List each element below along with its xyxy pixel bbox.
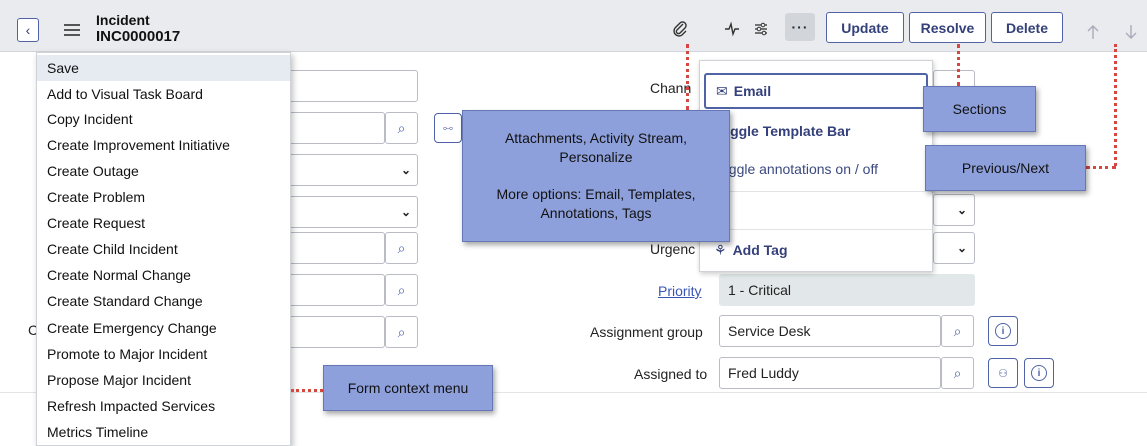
toolbar-callout: Attachments, Activity Stream, Personaliz… (462, 110, 730, 242)
partial-menu-item[interactable]: s (700, 194, 932, 230)
envelope-icon: ✉ (716, 82, 728, 99)
callout-connector (686, 44, 689, 110)
assigned-to-label: Assigned to (634, 366, 708, 382)
menu-separator (700, 229, 932, 230)
form-context-menu: Save Add to Visual Task Board Copy Incid… (36, 52, 291, 446)
chevron-down-icon: ⌄ (957, 241, 968, 255)
context-menu-item[interactable]: Promote to Major Incident (37, 341, 290, 367)
search-icon[interactable]: ⌕ (941, 315, 974, 347)
chevron-down-icon: ⌄ (957, 203, 968, 217)
prev-next-callout: Previous/Next (925, 145, 1086, 191)
info-button[interactable]: i (1024, 358, 1054, 388)
more-options-button[interactable]: ··· (785, 13, 815, 41)
hamburger-icon[interactable] (64, 24, 80, 36)
callout-connector (291, 389, 323, 392)
paperclip-icon[interactable] (672, 20, 688, 38)
context-menu-item[interactable]: Create Outage (37, 158, 290, 184)
search-icon[interactable]: ⌕ (385, 232, 418, 264)
context-menu-item[interactable]: Create Emergency Change (37, 315, 290, 341)
priority-field: 1 - Critical (719, 274, 975, 306)
context-menu-item[interactable]: Propose Major Incident (37, 367, 290, 393)
priority-label[interactable]: Priority (658, 283, 702, 299)
search-icon[interactable]: ⌕ (941, 357, 974, 389)
dependency-icon[interactable]: ⧟ (434, 113, 462, 143)
personalize-icon[interactable] (753, 21, 769, 37)
toggle-annotations-item[interactable]: Toggle annotations on / off (700, 151, 932, 187)
context-menu-item[interactable]: Metrics Timeline (37, 419, 290, 445)
activity-icon[interactable] (724, 21, 740, 37)
tag-icon: ⚘ (714, 241, 727, 258)
update-button[interactable]: Update (826, 12, 904, 43)
context-menu-item[interactable]: Create Normal Change (37, 262, 290, 288)
assignment-group-label: Assignment group (590, 324, 703, 340)
context-menu-item[interactable]: Create Improvement Initiative (37, 132, 290, 158)
info-button[interactable]: i (988, 316, 1018, 346)
arrow-up-icon[interactable] (1086, 24, 1100, 40)
form-header: ‹ Incident INC0000017 ··· Update Resolve… (0, 0, 1147, 52)
sections-callout: Sections (923, 86, 1036, 132)
assignment-group-field[interactable]: Service Desk (719, 315, 941, 347)
more-options-menu: ✉ Email Toggle Template Bar Toggle annot… (699, 60, 933, 272)
callout-connector (1114, 44, 1117, 166)
context-menu-item[interactable]: Refresh Impacted Services (37, 393, 290, 419)
callout-connector (1086, 166, 1116, 169)
context-menu-item[interactable]: Copy Incident (37, 106, 290, 132)
arrow-down-icon[interactable] (1124, 24, 1138, 40)
user-add-icon: ⚇ (998, 367, 1008, 380)
record-type: Incident (96, 12, 150, 28)
search-icon[interactable]: ⌕ (385, 316, 418, 348)
context-menu-item[interactable]: Create Request (37, 210, 290, 236)
urgency-label: Urgenc (650, 241, 696, 257)
back-icon: ‹ (25, 22, 31, 38)
email-menu-item[interactable]: ✉ Email (704, 73, 928, 109)
assigned-to-field[interactable]: Fred Luddy (719, 357, 941, 389)
chevron-down-icon: ⌄ (401, 205, 412, 219)
chevron-down-icon: ⌄ (401, 163, 412, 177)
state-select[interactable] (933, 194, 975, 226)
context-menu-item[interactable]: Add to Visual Task Board (37, 81, 290, 107)
info-icon: i (1031, 365, 1047, 381)
toggle-template-bar-item[interactable]: Toggle Template Bar (700, 113, 932, 149)
search-icon[interactable]: ⌕ (385, 112, 418, 144)
back-button[interactable]: ‹ (17, 18, 39, 42)
delete-button[interactable]: Delete (991, 12, 1063, 43)
menu-separator (700, 191, 932, 192)
context-menu-item[interactable]: Create Standard Change (37, 288, 290, 314)
more-icon: ··· (791, 19, 809, 35)
context-menu-item[interactable]: Create Problem (37, 184, 290, 210)
record-number: INC0000017 (96, 28, 181, 45)
search-icon[interactable]: ⌕ (385, 274, 418, 306)
urgency-select[interactable] (933, 232, 975, 264)
context-menu-callout: Form context menu (323, 365, 493, 411)
context-menu-item[interactable]: Create Child Incident (37, 236, 290, 262)
callout-connector (957, 44, 960, 86)
add-member-button[interactable]: ⚇ (988, 358, 1018, 388)
info-icon: i (995, 323, 1011, 339)
resolve-button[interactable]: Resolve (909, 12, 986, 43)
add-tag-item[interactable]: ⚘ Add Tag (700, 232, 932, 268)
context-menu-item-save[interactable]: Save (37, 55, 290, 81)
